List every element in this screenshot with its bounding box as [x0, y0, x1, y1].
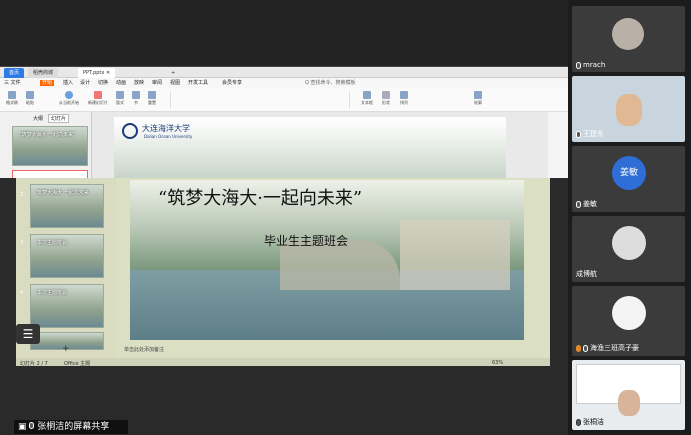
search-command[interactable]: Q 查找命令、搜索模板 — [305, 78, 356, 88]
screen-share-icon: ▣ — [18, 422, 27, 432]
menu-transition[interactable]: 切换 — [98, 78, 108, 88]
thumb-num-3: 3 — [20, 240, 24, 246]
logo-en-text: Dalian Ocean University — [144, 134, 193, 139]
wps-tab-bar: 首页 稻壳商城 PPT.pptx ✕ + — [0, 67, 568, 78]
slide-canvas[interactable]: 大连海洋大学 Dalian Ocean University — [114, 117, 506, 179]
play-from-current-button[interactable]: 从当前开始 — [56, 91, 82, 109]
menu-developer[interactable]: 开发工具 — [188, 78, 208, 88]
participant-tile-mrach[interactable]: mrach — [572, 6, 685, 72]
participant-name: 张桐洁 — [576, 417, 604, 427]
new-slide-button[interactable]: 新建幻灯片 — [86, 91, 110, 109]
wps-workspace: 大纲 幻灯片 “筑梦大海大·一起向未来” 大连海洋大学 Dalian Ocean… — [0, 112, 568, 179]
font-format-group[interactable] — [170, 92, 350, 108]
outline-button[interactable]: 轮廓 — [470, 91, 486, 109]
participant-name: 王建东 — [576, 129, 604, 139]
logo-cn-text: 大连海洋大学 — [142, 124, 190, 133]
share-label-text: 张桐洁的屏幕共享 — [37, 422, 110, 432]
university-logo-icon — [122, 123, 138, 139]
participant-tile-jiangmin[interactable]: 姜敏 姜敏 — [572, 146, 685, 212]
menu-animation[interactable]: 动画 — [116, 78, 126, 88]
menu-view[interactable]: 视图 — [170, 78, 180, 88]
participant-gallery: mrach 王建东 姜敏 姜敏 成博航 海渔三班高子豪 张桐洁 — [568, 0, 691, 435]
shared-wps-area: 2 筑梦大海大 一起向未来 3 本次主题班会 4 本次主题班会 5 + “筑梦大… — [16, 178, 550, 358]
format-painter-button[interactable]: 格式刷 — [4, 91, 20, 109]
thumb-num-4: 4 — [20, 290, 24, 296]
participant-tile-chengbohang[interactable]: 成博航 — [572, 216, 685, 282]
menu-design[interactable]: 设计 — [80, 78, 90, 88]
participant-name: 姜敏 — [576, 199, 597, 209]
menu-file[interactable]: 三 文件 — [4, 78, 21, 88]
wps-ribbon: 格式刷 粘贴 从当前开始 新建幻灯片 版式 节 重置 文本框 形状 排列 轮廓 — [0, 88, 568, 112]
menu-insert[interactable]: 插入 — [63, 78, 73, 88]
mic-icon — [29, 422, 35, 429]
mic-muted-icon — [576, 61, 581, 69]
menu-member[interactable]: 会员专享 — [222, 78, 242, 88]
zoom-level[interactable]: 63% — [492, 360, 503, 366]
slide-counter: 幻灯片 2 / 7 — [20, 361, 48, 367]
person-icon — [576, 344, 581, 352]
wps-menu-bar: 三 文件 开始 插入 设计 切换 动画 放映 审阅 视图 开发工具 会员专享 Q… — [0, 78, 568, 88]
shape-button[interactable]: 形状 — [378, 91, 394, 109]
tab-docer[interactable]: 稻壳商城 — [28, 68, 59, 78]
layout-button[interactable]: 版式 — [112, 91, 128, 109]
menu-list-icon[interactable]: ☰ — [16, 324, 40, 344]
video-face — [618, 390, 640, 416]
participant-tile-wangjiandong[interactable]: 王建东 — [572, 76, 685, 142]
tab-slides[interactable]: 幻灯片 — [48, 114, 70, 123]
notes-placeholder[interactable]: 单击此处添加备注 — [124, 346, 164, 353]
mic-icon — [576, 418, 581, 426]
shared-slide[interactable]: “筑梦大海大·一起向未来” 毕业生主题班会 — [130, 180, 524, 340]
mic-muted-icon — [583, 344, 588, 352]
paste-button[interactable]: 粘贴 — [22, 91, 38, 109]
tab-outline[interactable]: 大纲 — [33, 115, 43, 122]
video-face — [616, 94, 642, 126]
avatar — [612, 18, 644, 50]
mic-icon — [576, 130, 581, 138]
slide-title: “筑梦大海大·一起向未来” — [158, 188, 363, 209]
new-tab-icon[interactable]: + — [166, 68, 180, 78]
avatar — [612, 296, 646, 330]
slide-thumb-1[interactable]: “筑梦大海大·一起向未来” — [12, 126, 88, 166]
avatar — [612, 226, 646, 260]
arrange-button[interactable]: 排列 — [396, 91, 412, 109]
menu-slideshow[interactable]: 放映 — [134, 78, 144, 88]
participant-name: 海渔三班高子豪 — [576, 343, 639, 353]
right-toolbar[interactable] — [548, 112, 568, 179]
shared-slide-thumb-2[interactable]: 筑梦大海大 一起向未来 — [30, 184, 104, 228]
theme-name: Office 主题 — [64, 361, 91, 367]
screen-share-label: ▣ 张桐洁的屏幕共享 — [14, 420, 128, 434]
menu-review[interactable]: 审阅 — [152, 78, 162, 88]
tab-home[interactable]: 首页 — [4, 68, 25, 78]
wps-window: 首页 稻壳商城 PPT.pptx ✕ + 三 文件 开始 插入 设计 切换 动画… — [0, 66, 568, 179]
participant-name: mrach — [576, 61, 605, 69]
participant-tile-zhangtongjie[interactable]: 张桐洁 — [572, 360, 685, 430]
screen-share-view: 2 筑梦大海大 一起向未来 3 本次主题班会 4 本次主题班会 5 + “筑梦大… — [0, 178, 568, 435]
participant-name: 成博航 — [576, 270, 597, 278]
tab-pptx[interactable]: PPT.pptx ✕ — [78, 68, 116, 78]
textbox-button[interactable]: 文本框 — [358, 91, 376, 109]
avatar: 姜敏 — [612, 156, 646, 190]
buildings-image — [400, 220, 510, 290]
shared-slide-thumb-4[interactable]: 本次主题班会 — [30, 284, 104, 328]
reset-button[interactable]: 重置 — [144, 91, 160, 109]
meeting-top-area — [0, 0, 568, 66]
slide-subtitle: 毕业生主题班会 — [264, 234, 349, 248]
slide-panel: 大纲 幻灯片 “筑梦大海大·一起向未来” — [0, 112, 92, 179]
shared-status-bar: 幻灯片 2 / 7 Office 主题 63% — [16, 358, 550, 367]
shared-slide-thumb-3[interactable]: 本次主题班会 — [30, 234, 104, 278]
menu-start[interactable]: 开始 — [40, 78, 55, 88]
thumb-num-2: 2 — [20, 192, 24, 198]
participant-tile-gaozihao[interactable]: 海渔三班高子豪 — [572, 286, 685, 356]
mic-muted-icon — [576, 200, 581, 208]
add-slide-icon[interactable]: + — [62, 344, 70, 354]
section-button[interactable]: 节 — [128, 91, 144, 109]
